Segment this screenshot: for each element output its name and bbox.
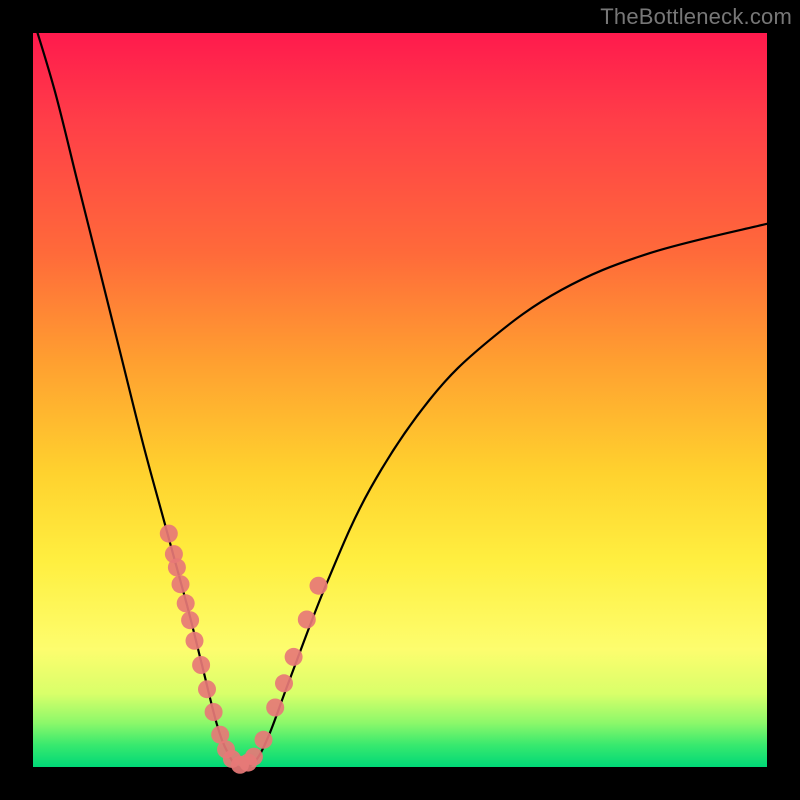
- scatter-point: [181, 611, 199, 629]
- scatter-point: [160, 525, 178, 543]
- scatter-point: [186, 632, 204, 650]
- bottleneck-curve: [33, 18, 767, 768]
- scatter-point: [298, 611, 316, 629]
- scatter-point: [177, 594, 195, 612]
- scatter-point: [198, 680, 216, 698]
- scatter-point: [192, 656, 210, 674]
- scatter-point: [255, 731, 273, 749]
- scatter-point: [172, 575, 190, 593]
- scatter-points: [160, 525, 328, 774]
- scatter-point: [275, 674, 293, 692]
- scatter-point: [168, 558, 186, 576]
- scatter-point: [205, 703, 223, 721]
- scatter-point: [310, 577, 328, 595]
- scatter-point: [266, 699, 284, 717]
- chart-frame: TheBottleneck.com: [0, 0, 800, 800]
- curve-layer: [33, 33, 767, 767]
- plot-area: [33, 33, 767, 767]
- scatter-point: [285, 648, 303, 666]
- watermark-text: TheBottleneck.com: [600, 4, 792, 30]
- scatter-point: [245, 748, 263, 766]
